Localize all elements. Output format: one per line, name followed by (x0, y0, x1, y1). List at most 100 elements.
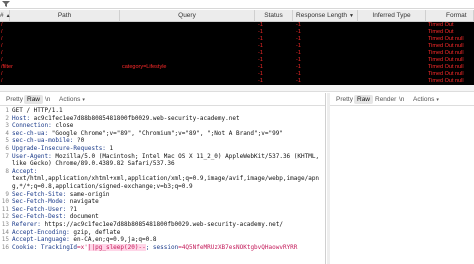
line-number: 12 (1, 213, 9, 221)
request-editor[interactable]: 1 GET / HTTP/1.1 2 Host: ac9c1fec1ee7d88b80… (0, 107, 326, 251)
table-row[interactable]: / -1 -1 Timed Out null (0, 43, 474, 50)
request-text: GET / HTTP/1.1 (12, 107, 63, 114)
header-value: 1 (105, 144, 114, 152)
header-name: Sec-Fetch-Mode: (12, 198, 67, 206)
tab-pretty[interactable]: Pretty (3, 95, 26, 104)
request-line: 4 sec-ch-ua: "Google Chrome";v="89", "Chr… (0, 130, 326, 138)
tab-newline[interactable]: \n (42, 95, 53, 104)
request-line: 11 Sec-Fetch-User: ?1 (0, 206, 326, 214)
cell-query (122, 43, 254, 50)
table-row[interactable]: / -1 -1 Timed Out (0, 22, 474, 29)
header-name: Connection: (12, 122, 52, 130)
request-line: 10 Sec-Fetch-Mode: navigate (0, 198, 326, 206)
line-number: 6 (5, 144, 9, 152)
table-row[interactable]: / -1 -1 Timed Out null (0, 78, 474, 85)
request-line: 8 Accept: (0, 168, 326, 176)
cell-format: Timed Out null (428, 36, 464, 42)
request-line: 13 Referer: https://ac9c1fec1ee7d88b80854… (0, 221, 326, 229)
cell-format: Timed Out (428, 22, 454, 28)
column-header-status[interactable]: Status (255, 10, 293, 22)
actions-menu[interactable]: Actions ▾ (410, 95, 442, 104)
cell-format: Timed Out (428, 29, 454, 35)
table-row[interactable]: / -1 -1 Timed Out (0, 29, 474, 36)
cell-query: category=Lifestyle (122, 64, 167, 70)
cell-path: / (1, 50, 3, 56)
header-value: same-origin (66, 190, 110, 198)
column-header-format[interactable]: Format (426, 10, 474, 22)
cell-length: -1 (296, 29, 301, 35)
cell-format: Timed Out null (428, 64, 464, 70)
cell-path: / (1, 57, 3, 63)
header-value: en-CA,en;q=0.9,ja;q=0.8 (69, 236, 157, 244)
cell-status: -1 (258, 22, 263, 28)
cell-type (360, 57, 424, 64)
request-text: g,*/*;q=0.8,application/signed-exchange;… (12, 182, 193, 190)
request-text: like Gecko) Chrome/89.0.4389.82 Safari/5… (12, 160, 175, 168)
chevron-down-icon: ▾ (436, 97, 439, 103)
request-line: 5 sec-ch-ua-mobile: ?0 (0, 137, 326, 145)
header-name: Host: (12, 114, 31, 122)
tab-raw[interactable]: Raw (354, 95, 374, 104)
tab-newline[interactable]: \n (396, 95, 407, 104)
request-line: 15 Accept-Language: en-CA,en;q=0.9,ja;q=0… (0, 236, 326, 244)
line-number: 2 (5, 114, 9, 122)
column-header-response-length[interactable]: Response Length ▼ (293, 10, 358, 22)
cell-status: -1 (258, 57, 263, 63)
request-pane: Pretty Raw \n Actions ▾ 1 GET / HTTP/1.1 2 H… (0, 93, 326, 264)
cell-format: Timed Out null (428, 43, 464, 49)
table-row[interactable]: / -1 -1 Timed Out null (0, 36, 474, 43)
cell-length: -1 (296, 57, 301, 63)
line-number: 9 (5, 190, 9, 198)
line-number: 1 (5, 107, 9, 114)
line-number: 7 (5, 152, 9, 160)
request-line: 2 Host: ac9c1fec1ee7d88b8085481800fb0029.… (0, 115, 326, 123)
request-line: 7 User-Agent: Mozilla/5.0 (Macintosh; Int… (0, 153, 326, 161)
header-name: sec-ch-ua: (12, 129, 49, 137)
cell-length: -1 (296, 43, 301, 49)
table-horizontal-scrollbar[interactable] (0, 85, 474, 92)
response-pane: Pretty Raw Render \n Actions ▾ (330, 93, 474, 264)
cell-length: -1 (296, 71, 301, 77)
header-value: ?1 (66, 205, 78, 213)
injected-payload: ||pg_sleep(20)-- (87, 243, 146, 251)
tab-raw[interactable]: Raw (24, 95, 44, 104)
cell-type (360, 43, 424, 50)
table-row[interactable]: / -1 -1 Timed Out null (0, 57, 474, 64)
table-row[interactable]: /filter category=Lifestyle -1 -1 Timed Out n… (0, 64, 474, 71)
request-line: like Gecko) Chrome/89.0.4389.82 Safari/5… (0, 160, 326, 168)
column-header-query[interactable]: Query (120, 10, 255, 22)
header-value: ?0 (73, 137, 85, 145)
cell-length: -1 (296, 78, 301, 84)
cell-type (360, 29, 424, 36)
header-name: Upgrade-Insecure-Requests: (12, 144, 106, 152)
cell-query (122, 50, 254, 57)
response-editor[interactable] (330, 106, 474, 256)
cell-format: Timed Out null (428, 78, 464, 84)
filter-icon[interactable] (2, 1, 10, 7)
actions-menu[interactable]: Actions ▾ (56, 95, 88, 104)
tab-pretty[interactable]: Pretty (333, 95, 356, 104)
header-value: close (51, 122, 74, 130)
column-header-path[interactable]: Path (10, 10, 120, 22)
header-name: Accept-Language: (12, 236, 70, 244)
cell-path: / (1, 22, 3, 28)
cell-path: / (1, 71, 3, 77)
table-row[interactable]: / -1 -1 Timed Out null (0, 71, 474, 78)
header-name: Sec-Fetch-Site: (12, 190, 67, 198)
header-value: "Google Chrome";v="89", "Chromium";v="89… (48, 129, 283, 137)
cell-query (122, 36, 254, 43)
header-value: document (66, 213, 99, 221)
header-name: Referer: (12, 220, 41, 228)
column-header-number[interactable]: # ▲ (0, 10, 11, 22)
request-text: text/html,application/xhtml+xml,applicat… (12, 175, 320, 183)
table-row[interactable]: / -1 -1 Timed Out null (0, 50, 474, 57)
line-number: 11 (1, 205, 9, 213)
cell-status: -1 (258, 64, 263, 70)
column-header-inferred-type[interactable]: Inferred Type (358, 10, 426, 22)
cookie-name: ; session (145, 243, 179, 251)
header-name: Accept: (12, 167, 38, 175)
request-tabs: Pretty Raw \n Actions ▾ (0, 93, 325, 106)
line-number: 13 (1, 220, 9, 228)
cell-type (360, 78, 424, 85)
filter-bar[interactable] (0, 0, 474, 9)
